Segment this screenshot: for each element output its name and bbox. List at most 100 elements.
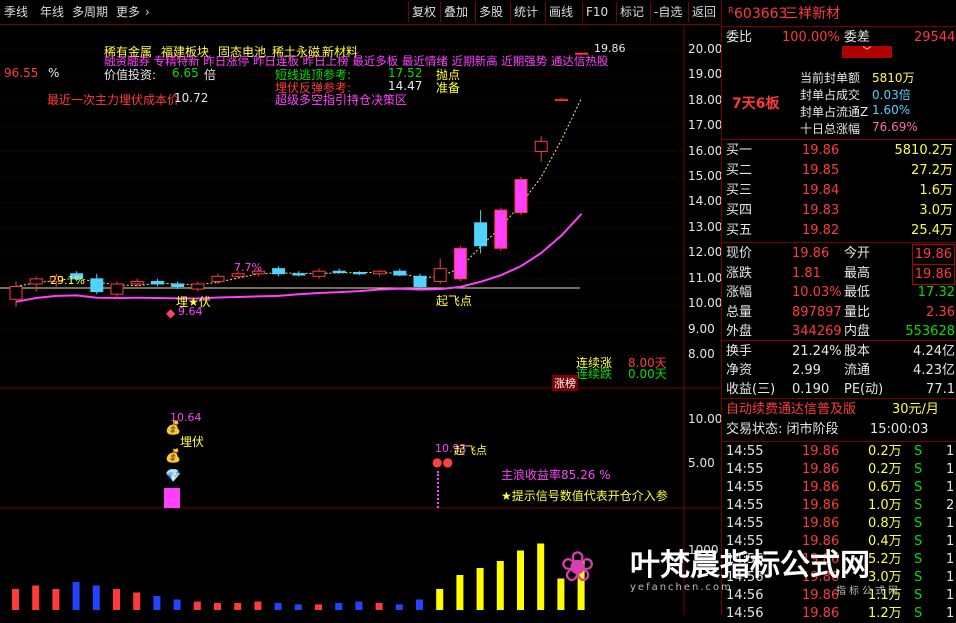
chevron-right-icon[interactable]: › [145, 3, 150, 21]
volume-bar [456, 575, 464, 610]
candle[interactable] [130, 280, 144, 285]
tick-time: 14:55 [726, 480, 764, 495]
volume-bar [416, 599, 423, 610]
quote-row: 涨幅 10.03% 最低 17.32 [722, 283, 956, 302]
toolbar-tongji[interactable]: 统计 [510, 2, 541, 22]
candle[interactable] [474, 222, 488, 247]
quote-label: 涨跌 [726, 265, 753, 281]
orderbook-volume: 25.4万 [911, 223, 953, 238]
candle[interactable] [373, 270, 387, 275]
candle[interactable] [150, 280, 164, 285]
sub-axis-5: 5.00 [688, 456, 715, 470]
toolbar-f10[interactable]: F10 [582, 2, 611, 22]
lian-dn-value: 0.00天 [628, 367, 667, 381]
candle[interactable] [9, 286, 23, 300]
candle[interactable] [110, 283, 124, 295]
rebound-tag: 准备 [436, 81, 461, 95]
candle[interactable] [453, 247, 467, 280]
candle[interactable] [191, 283, 205, 290]
toolbar-diejia[interactable]: 叠加 [440, 2, 471, 22]
toolbar-biaoji[interactable]: 标记 [616, 2, 647, 22]
candle[interactable] [211, 275, 225, 282]
chevron-down-icon[interactable]: ﹀ [842, 46, 892, 58]
r-flag-icon: R [728, 6, 734, 15]
toolbar-multi-period[interactable]: 多周期 [72, 3, 108, 21]
toolbar-fanhui[interactable]: 返回 [688, 2, 719, 22]
volume-bar [537, 543, 545, 610]
candle[interactable] [332, 270, 346, 273]
seal-float-value: 1.60% [872, 103, 911, 117]
quote-label: 涨幅 [726, 285, 753, 300]
tick-volume: 0.6万 [868, 480, 902, 495]
candle[interactable] [292, 273, 306, 276]
volume-bar [12, 589, 19, 610]
volume-bar [113, 589, 120, 610]
volume-bar [315, 604, 322, 610]
orderbook-row[interactable]: 买一 19.86 5810.2万 [722, 141, 956, 160]
candle[interactable] [433, 268, 447, 282]
finance-label: 收益(三) [726, 382, 776, 397]
candle[interactable] [171, 283, 185, 287]
volume-bar [335, 603, 343, 610]
candle[interactable] [352, 271, 366, 275]
cost-value: 10.72 [174, 91, 209, 105]
tick-price: 19.86 [802, 462, 840, 477]
volume-bar [254, 601, 262, 610]
candle[interactable] [90, 278, 104, 293]
quote-value-2: 19.86 [911, 263, 955, 285]
ten-day-value: 76.69% [872, 120, 918, 134]
toolbar-duogu[interactable]: 多股 [475, 2, 506, 22]
value-invest-num: 6.65 [172, 66, 199, 80]
quote-label-2: 内盘 [844, 324, 871, 339]
y-axis-tick: 9.00 [688, 321, 715, 336]
seal-ratio-value: 0.03倍 [872, 88, 911, 102]
kline-svg[interactable] [0, 25, 720, 615]
volume-bar [476, 568, 484, 610]
quote-value-2: 17.32 [917, 285, 955, 300]
orderbook-row[interactable]: 买三 19.84 1.6万 [722, 181, 956, 200]
money-bag-icon: 💰 [165, 449, 182, 464]
orderbook-price: 19.84 [802, 183, 840, 198]
promo-row[interactable]: 自动续费通达信普及版 30元/月 [722, 400, 956, 419]
volume-bar [355, 601, 363, 610]
orderbook-row[interactable]: 买四 19.83 3.0万 [722, 201, 956, 220]
quote-value: 10.03% [792, 285, 842, 300]
toolbar-season-line[interactable]: 季线 [4, 3, 28, 21]
toolbar-more[interactable]: 更多 [116, 3, 140, 21]
candle[interactable] [29, 278, 43, 285]
volume-bar [395, 604, 403, 610]
candle[interactable] [413, 275, 427, 287]
y-axis-tick: 10.00 [688, 296, 723, 311]
tick-side: S [914, 498, 923, 513]
candle[interactable] [554, 98, 568, 102]
orderbook-label: 买三 [726, 183, 753, 198]
orderbook-row[interactable]: 买二 19.85 27.2万 [722, 161, 956, 180]
toolbar-year-line[interactable]: 年线 [40, 3, 64, 21]
candle[interactable] [312, 270, 326, 277]
pct-left-sign: % [48, 66, 60, 80]
candle[interactable] [272, 268, 286, 275]
kline-chart[interactable]: 稀有金属 福建板块 固态电池 稀土永磁 新材料 融资融券 专精特新 昨日涨停 昨… [0, 25, 723, 615]
promo-price[interactable]: 30元/月 [892, 400, 939, 419]
weicha-value: 29544 [914, 30, 956, 45]
quote-value-2: 553628 [905, 324, 955, 339]
tick-count: 1 [946, 462, 955, 477]
seal-float-label: 封单占流通Z [800, 105, 869, 119]
toolbar-zixuan[interactable]: -自选 [650, 2, 685, 22]
candle[interactable] [393, 270, 407, 276]
candle[interactable] [534, 140, 548, 153]
toolbar-fuquan[interactable]: 复权 [408, 2, 439, 22]
orderbook-price: 19.86 [802, 143, 840, 158]
orderbook-row[interactable]: 买五 19.82 25.4万 [722, 221, 956, 240]
sub-axis-10: 10.00 [688, 412, 723, 426]
promo-text[interactable]: 自动续费通达信普及版 [726, 400, 856, 419]
toolbar-huaxian[interactable]: 画线 [545, 2, 576, 22]
candle[interactable] [494, 209, 508, 249]
ambush-value: 9.64 [178, 305, 203, 318]
stock-name: 三祥新材 [784, 6, 840, 22]
candle[interactable] [231, 273, 245, 277]
takeoff-label: 起飞点 [436, 294, 473, 308]
trade-state-label: 交易状态: 闭市阶段 [726, 422, 839, 437]
candle[interactable] [514, 179, 528, 214]
y-axis-tick: 13.00 [688, 219, 723, 234]
